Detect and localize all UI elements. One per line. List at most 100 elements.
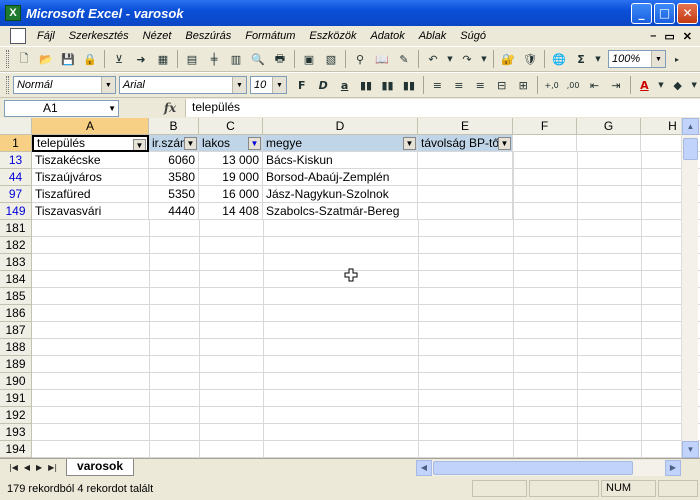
vertical-scroll-thumb[interactable] bbox=[683, 138, 698, 160]
table-cell[interactable]: 19 000 bbox=[199, 169, 263, 186]
research-icon[interactable]: 📖 bbox=[373, 50, 391, 68]
next-sheet-icon[interactable]: ▶ bbox=[33, 463, 45, 472]
increase-decimal-icon[interactable]: +,0 bbox=[543, 76, 560, 94]
permission-icon[interactable]: 🔒 bbox=[81, 50, 99, 68]
align-right-icon[interactable]: ≡ bbox=[472, 76, 489, 94]
menu-file[interactable]: Fájl bbox=[30, 30, 62, 42]
table-cell[interactable]: 6060 bbox=[149, 152, 199, 169]
table-cell[interactable]: Jász-Nagykun-Szolnok bbox=[263, 186, 418, 203]
grid-icon[interactable]: ▥ bbox=[227, 50, 245, 68]
table-cell[interactable]: Tiszakécske bbox=[32, 152, 149, 169]
filter-dropdown-icon[interactable]: ▼ bbox=[248, 137, 261, 150]
chevron-down-icon[interactable]: ▼ bbox=[100, 77, 115, 93]
toolbar-grip[interactable] bbox=[6, 50, 9, 68]
column-header-a[interactable]: A bbox=[32, 118, 149, 135]
fill-color-dropdown-icon[interactable]: ▼ bbox=[690, 76, 698, 94]
prev-sheet-icon[interactable]: ◀ bbox=[21, 463, 33, 472]
minimize-button[interactable]: _ bbox=[631, 2, 652, 24]
chevron-down-icon[interactable]: ▼ bbox=[651, 51, 665, 67]
row-header[interactable]: 184 bbox=[0, 271, 32, 288]
barcode-icon[interactable]: ▮▮ bbox=[357, 76, 374, 94]
table-cell[interactable]: Szabolcs-Szatmár-Bereg bbox=[263, 203, 418, 220]
row-header[interactable]: 149 bbox=[0, 203, 32, 220]
barcode-icon[interactable]: ▮▮ bbox=[400, 76, 417, 94]
filter-dropdown-icon[interactable]: ▼ bbox=[133, 139, 146, 150]
row-header[interactable]: 185 bbox=[0, 288, 32, 305]
close-button[interactable]: ✕ bbox=[677, 2, 698, 24]
increase-indent-icon[interactable]: ⇥ bbox=[607, 76, 624, 94]
split-icon[interactable]: ╪ bbox=[205, 50, 223, 68]
toolbar-grip[interactable] bbox=[6, 76, 9, 94]
row-header[interactable]: 97 bbox=[0, 186, 32, 203]
header-cell-lakos[interactable]: lakos ▼ bbox=[199, 135, 263, 152]
row-header[interactable]: 186 bbox=[0, 305, 32, 322]
insert-function-icon[interactable]: fx bbox=[155, 101, 185, 115]
filter-dropdown-icon[interactable]: ▼ bbox=[403, 137, 416, 150]
menu-help[interactable]: Súgó bbox=[453, 30, 493, 42]
scroll-up-button[interactable]: ▲ bbox=[682, 118, 699, 135]
table-cell[interactable]: 16 000 bbox=[199, 186, 263, 203]
row-header[interactable]: 189 bbox=[0, 356, 32, 373]
percent-icon[interactable]: ⊞ bbox=[514, 76, 531, 94]
row-header[interactable]: 183 bbox=[0, 254, 32, 271]
filter-dropdown-icon[interactable]: ▼ bbox=[184, 137, 197, 150]
scroll-down-button[interactable]: ▼ bbox=[682, 441, 699, 458]
calculator-icon[interactable]: ▣ bbox=[300, 50, 318, 68]
table-cell[interactable] bbox=[418, 203, 513, 220]
chart-icon[interactable]: ▧ bbox=[322, 50, 340, 68]
table-cell[interactable]: 13 000 bbox=[199, 152, 263, 169]
table-cell[interactable]: 4440 bbox=[149, 203, 199, 220]
table-cell[interactable]: Tiszafüred bbox=[32, 186, 149, 203]
column-header-d[interactable]: D bbox=[263, 118, 418, 135]
maximize-button[interactable]: □ bbox=[654, 2, 675, 24]
fill-color-icon[interactable]: ◆ bbox=[669, 76, 686, 94]
new-icon[interactable]: 🗋 bbox=[15, 50, 33, 68]
header-cell-megye[interactable]: megye ▼ bbox=[263, 135, 418, 152]
redo-icon[interactable]: ↷ bbox=[458, 50, 476, 68]
zoom-select[interactable]: 100% ▼ bbox=[608, 50, 666, 68]
doc-restore-button[interactable]: ▭ bbox=[664, 30, 674, 43]
column-header-f[interactable]: F bbox=[513, 118, 577, 135]
filter-dropdown-icon[interactable]: ▼ bbox=[498, 137, 511, 150]
row-header[interactable]: 187 bbox=[0, 322, 32, 339]
find-icon[interactable]: ⚲ bbox=[351, 50, 369, 68]
style-select[interactable]: Normál ▼ bbox=[12, 76, 116, 94]
menu-tools[interactable]: Eszközök bbox=[302, 30, 363, 42]
print-icon[interactable]: 🖶 bbox=[271, 50, 289, 68]
chevron-down-icon[interactable]: ▼ bbox=[108, 101, 116, 116]
column-header-c[interactable]: C bbox=[199, 118, 263, 135]
spelling-icon[interactable]: ✎ bbox=[395, 50, 413, 68]
underline-icon[interactable]: a bbox=[336, 76, 353, 94]
chevron-down-icon[interactable]: ▼ bbox=[271, 77, 286, 93]
menu-view[interactable]: Nézet bbox=[136, 30, 179, 42]
header-cell-irszam[interactable]: ir.szám ▼ bbox=[149, 135, 199, 152]
row-header[interactable]: 188 bbox=[0, 339, 32, 356]
first-sheet-icon[interactable]: |◀ bbox=[6, 463, 21, 472]
table-cell[interactable]: 5350 bbox=[149, 186, 199, 203]
bold-icon[interactable]: F bbox=[293, 76, 310, 94]
table-cell[interactable] bbox=[418, 169, 513, 186]
scroll-right-button[interactable]: ▶ bbox=[665, 460, 681, 476]
redo-dropdown-icon[interactable]: ▼ bbox=[480, 50, 488, 68]
row-header[interactable]: 181 bbox=[0, 220, 32, 237]
font-size-select[interactable]: 10 ▼ bbox=[249, 76, 287, 94]
row-header[interactable]: 194 bbox=[0, 441, 32, 458]
table-cell[interactable]: 14 408 bbox=[199, 203, 263, 220]
autosum-dropdown-icon[interactable]: ▼ bbox=[594, 50, 602, 68]
merge-center-icon[interactable]: ⊟ bbox=[493, 76, 510, 94]
menu-data[interactable]: Adatok bbox=[363, 30, 411, 42]
barcode-icon[interactable]: ▮▮ bbox=[379, 76, 396, 94]
font-color-dropdown-icon[interactable]: ▼ bbox=[657, 76, 665, 94]
toolbar-options-icon[interactable]: ▸ bbox=[668, 50, 686, 68]
table-cell[interactable]: Bács-Kiskun bbox=[263, 152, 418, 169]
go-icon[interactable]: ➜ bbox=[132, 50, 150, 68]
protect-icon[interactable]: 🛡 bbox=[521, 50, 539, 68]
open-icon[interactable]: 📂 bbox=[37, 50, 55, 68]
name-box[interactable]: A1 ▼ bbox=[4, 99, 119, 117]
menu-edit[interactable]: Szerkesztés bbox=[62, 30, 136, 42]
table-cell[interactable] bbox=[418, 152, 513, 169]
menu-format[interactable]: Formátum bbox=[238, 30, 302, 42]
row-header[interactable]: 182 bbox=[0, 237, 32, 254]
row-header[interactable]: 193 bbox=[0, 424, 32, 441]
select-all-corner[interactable] bbox=[0, 118, 32, 135]
